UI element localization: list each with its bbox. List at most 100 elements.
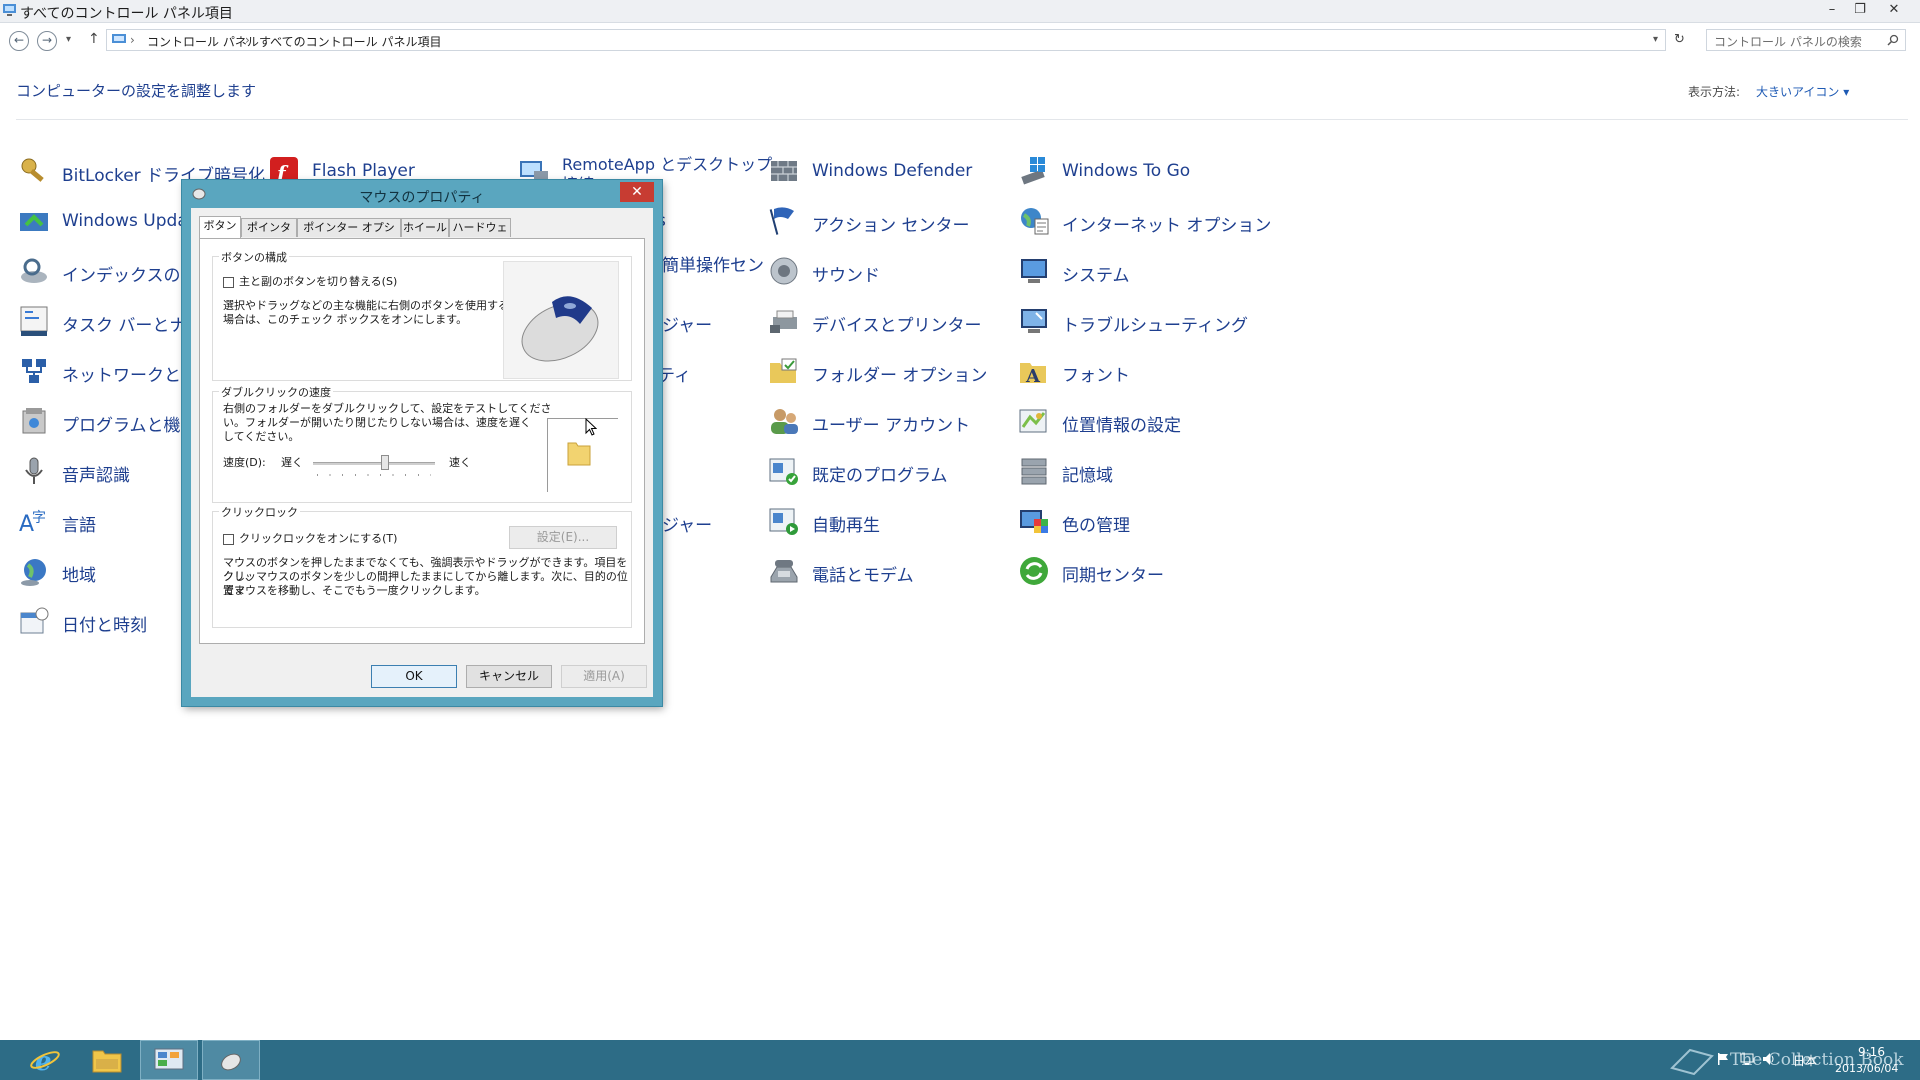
- flag-icon: [769, 207, 794, 235]
- network-icon[interactable]: [1740, 1052, 1754, 1066]
- clicklock-description: でマウスを移動し、そこでもう一度クリックします。: [223, 584, 486, 597]
- clock-time[interactable]: 9:16: [1858, 1045, 1885, 1059]
- cancel-button[interactable]: キャンセル: [466, 665, 552, 688]
- clicklock-label[interactable]: クリックロックをオンにする(T): [239, 532, 397, 546]
- watermark-book-icon: [1670, 1048, 1714, 1076]
- item-label: トラブルシューティング: [1062, 316, 1248, 336]
- minimize-icon[interactable]: –: [1818, 0, 1846, 20]
- item-user-accounts[interactable]: ユーザー アカウント: [768, 401, 1008, 441]
- refresh-icon[interactable]: ↻: [1674, 32, 1685, 47]
- item-sound[interactable]: サウンド: [768, 251, 1008, 291]
- item-label: 音声認識: [62, 466, 130, 486]
- window-title: すべてのコントロール パネル項目: [20, 6, 233, 22]
- view-by-dropdown[interactable]: 大きいアイコン ▾: [1756, 83, 1849, 100]
- default-programs-icon: [769, 458, 798, 485]
- item-label: Windows Defender: [812, 161, 973, 181]
- address-dropdown-icon[interactable]: ▾: [1653, 34, 1658, 45]
- item-system[interactable]: システム: [1018, 251, 1258, 291]
- item-label-partial[interactable]: ジャー: [662, 511, 712, 536]
- search-input[interactable]: コントロール パネルの検索: [1706, 29, 1906, 51]
- svg-text:e: e: [35, 1047, 52, 1074]
- item-fonts[interactable]: A フォント: [1018, 351, 1258, 391]
- window-title-bar: すべてのコントロール パネル項目 – ❐ ✕: [0, 0, 1920, 23]
- dialog-body: ボタン ポインター ポインター オプション ホイール ハードウェア ボタンの構成…: [191, 208, 653, 697]
- swap-buttons-checkbox[interactable]: [223, 277, 234, 288]
- slider-thumb[interactable]: [381, 455, 389, 470]
- mouse-properties-dialog: マウスのプロパティ ✕ ボタン ポインター ポインター オプション ホイール ハ…: [182, 180, 662, 706]
- item-label: 電話とモデム: [812, 566, 914, 586]
- tab-pointer-options[interactable]: ポインター オプション: [297, 218, 401, 252]
- item-label-partial[interactable]: ティ: [658, 361, 691, 386]
- clicklock-group: クリックロック クリックロックをオンにする(T) 設定(E)... マウスのボタ…: [212, 504, 632, 628]
- volume-icon[interactable]: [1762, 1052, 1776, 1066]
- item-label-ease-of-access[interactable]: 簡単操作セン: [662, 251, 764, 276]
- tab-hardware[interactable]: ハードウェア: [449, 218, 511, 252]
- up-icon[interactable]: ↑: [88, 31, 100, 47]
- tab-pointers[interactable]: ポインター: [241, 218, 297, 252]
- item-label: 言語: [62, 516, 96, 536]
- taskbar-file-explorer[interactable]: [78, 1040, 136, 1080]
- double-click-speed-slider[interactable]: [313, 454, 435, 478]
- item-label: 自動再生: [812, 516, 880, 536]
- item-location-settings[interactable]: 位置情報の設定: [1018, 401, 1258, 441]
- item-label: プログラムと機能: [62, 416, 198, 436]
- item-default-programs[interactable]: 既定のプログラム: [768, 451, 1008, 491]
- forward-icon[interactable]: →: [37, 31, 57, 51]
- address-bar[interactable]: › コントロール パネル › すべてのコントロール パネル項目 ▾: [106, 29, 1666, 51]
- item-label-partial[interactable]: ジャー: [662, 311, 712, 336]
- taskbar-mouse-properties[interactable]: [202, 1040, 260, 1080]
- clock-date[interactable]: 2013/06/04: [1835, 1062, 1898, 1075]
- defender-wall-icon: [771, 161, 797, 181]
- bitlocker-key-icon: [21, 158, 44, 182]
- swap-buttons-label[interactable]: 主と副のボタンを切り替える(S): [239, 275, 397, 289]
- item-label: 既定のプログラム: [812, 466, 948, 486]
- group-title: ダブルクリックの速度: [219, 384, 333, 400]
- close-icon[interactable]: ✕: [620, 182, 654, 202]
- restore-icon[interactable]: ❐: [1846, 0, 1874, 20]
- item-action-center[interactable]: アクション センター: [768, 201, 1008, 241]
- flag-icon[interactable]: [1716, 1052, 1730, 1066]
- ok-button[interactable]: OK: [371, 665, 457, 688]
- mouse-icon: [221, 1053, 241, 1071]
- item-phone-modem[interactable]: 電話とモデム: [768, 551, 1008, 591]
- item-label: 同期センター: [1062, 566, 1164, 586]
- taskbar-internet-explorer[interactable]: e: [16, 1040, 74, 1080]
- item-label: フォルダー オプション: [812, 366, 988, 386]
- item-devices-printers[interactable]: デバイスとプリンター: [768, 301, 1008, 341]
- apply-button[interactable]: 適用(A): [561, 665, 647, 688]
- programs-icon: [22, 408, 46, 434]
- folder-icon[interactable]: [566, 437, 592, 467]
- item-storage-spaces[interactable]: 記憶域: [1018, 451, 1258, 491]
- mouse-illustration-icon: [521, 296, 599, 362]
- group-title: クリックロック: [219, 504, 300, 520]
- item-label: フォント: [1062, 366, 1130, 386]
- view-by-label: 表示方法:: [1688, 85, 1741, 99]
- item-windows-defender[interactable]: Windows Defender: [768, 151, 1008, 191]
- item-color-management[interactable]: 色の管理: [1018, 501, 1258, 541]
- taskbar-control-panel[interactable]: [140, 1040, 198, 1080]
- language-icon: A字: [19, 510, 46, 537]
- item-troubleshooting[interactable]: トラブルシューティング: [1018, 301, 1258, 341]
- tab-buttons[interactable]: ボタン: [199, 216, 241, 239]
- double-click-speed-group: ダブルクリックの速度 右側のフォルダーをダブルクリックして、設定をテストしてくだ…: [212, 384, 632, 503]
- item-sync-center[interactable]: 同期センター: [1018, 551, 1258, 591]
- dialog-title-bar[interactable]: マウスのプロパティ ✕: [182, 180, 662, 208]
- item-internet-options[interactable]: インターネット オプション: [1018, 201, 1271, 241]
- input-language-indicator[interactable]: 日本: [1793, 1052, 1817, 1069]
- item-folder-options[interactable]: フォルダー オプション: [768, 351, 1008, 391]
- item-label: サウンド: [812, 266, 880, 286]
- clicklock-settings-button[interactable]: 設定(E)...: [509, 526, 617, 549]
- close-icon[interactable]: ✕: [1880, 0, 1908, 20]
- item-windows-to-go[interactable]: Windows To Go: [1018, 151, 1258, 191]
- troubleshooting-icon: [1021, 309, 1047, 333]
- back-icon[interactable]: ←: [9, 31, 29, 51]
- clicklock-checkbox[interactable]: [223, 534, 234, 545]
- breadcrumb-all-items[interactable]: すべてのコントロール パネル項目: [259, 33, 442, 50]
- svg-text:A: A: [1025, 366, 1041, 387]
- tab-wheel[interactable]: ホイール: [401, 218, 449, 237]
- breadcrumb-control-panel[interactable]: コントロール パネル: [147, 33, 259, 50]
- search-icon[interactable]: [1887, 34, 1899, 46]
- recent-pages-chevron-icon[interactable]: ▾: [66, 34, 71, 45]
- item-label: 位置情報の設定: [1062, 416, 1181, 436]
- item-autoplay[interactable]: 自動再生: [768, 501, 1008, 541]
